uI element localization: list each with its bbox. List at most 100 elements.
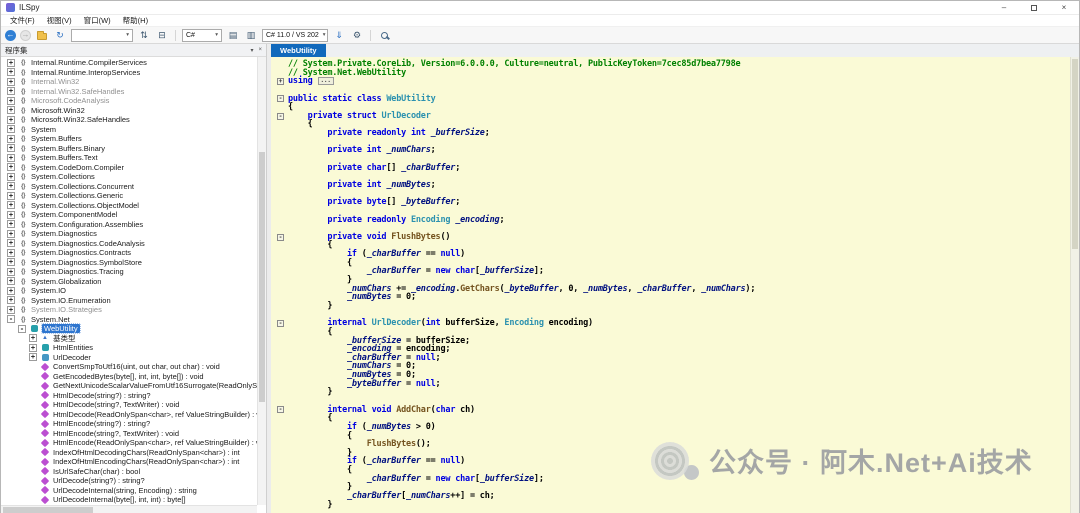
expand-icon[interactable]: + — [7, 239, 15, 247]
tree-item[interactable]: GetEncodedBytes(byte[], int, int, byte[]… — [1, 372, 266, 382]
tree-item[interactable]: +▲基类型 — [1, 334, 266, 344]
settings-button[interactable]: ⚙ — [350, 29, 364, 42]
fold-expand-icon[interactable]: + — [271, 78, 288, 85]
tree-item[interactable]: HtmlEncode(string?, TextWriter) : void — [1, 429, 266, 439]
tree-item[interactable]: +{}System.Diagnostics — [1, 229, 266, 239]
editor-vertical-scrollbar[interactable] — [1070, 57, 1079, 513]
expand-icon[interactable]: + — [7, 144, 15, 152]
tree-vertical-scrollbar[interactable] — [257, 57, 266, 505]
maximize-button[interactable] — [1019, 1, 1049, 15]
tree-item[interactable]: +{}Microsoft.Win32 — [1, 106, 266, 116]
expand-icon[interactable]: + — [29, 344, 37, 352]
expand-icon[interactable]: + — [7, 296, 15, 304]
forward-button[interactable]: → — [20, 30, 31, 41]
tree-item[interactable]: UrlDecodeInternal(string, Encoding) : st… — [1, 486, 266, 496]
expand-icon[interactable]: + — [7, 78, 15, 86]
expand-icon[interactable]: + — [7, 201, 15, 209]
tree-item[interactable]: IsUrlSafeChar(char) : bool — [1, 467, 266, 477]
fold-collapse-icon[interactable]: - — [271, 113, 288, 120]
panel-menu-chevron-icon[interactable]: ▾ — [250, 47, 253, 54]
assembly-tree[interactable]: +{}Internal.Runtime.CompilerServices+{}I… — [1, 57, 266, 505]
expand-icon[interactable]: + — [7, 258, 15, 266]
menu-item-view[interactable]: 视图(V) — [41, 15, 78, 26]
menu-item-file[interactable]: 文件(F) — [4, 15, 41, 26]
menu-item-help[interactable]: 帮助(H) — [117, 15, 154, 26]
tab-webutility[interactable]: WebUtility — [271, 44, 326, 57]
tree-item[interactable]: HtmlDecode(string?, TextWriter) : void — [1, 400, 266, 410]
tree-item[interactable]: IndexOfHtmlEncodingChars(ReadOnlySpan<ch… — [1, 457, 266, 467]
tree-item[interactable]: -{}System.Net — [1, 315, 266, 325]
tree-item[interactable]: UrlDecodeInternal(byte[], int, int) : by… — [1, 495, 266, 505]
tree-item[interactable]: UrlDecode(string?) : string? — [1, 476, 266, 486]
expand-icon[interactable]: + — [7, 135, 15, 143]
fold-collapse-icon[interactable]: - — [271, 406, 288, 413]
fold-collapse-icon[interactable]: - — [271, 95, 288, 102]
tree-item[interactable]: +{}System.Diagnostics.SymbolStore — [1, 258, 266, 268]
tree-item[interactable]: +{}Internal.Win32.SafeHandles — [1, 87, 266, 97]
collapse-icon[interactable]: - — [18, 325, 26, 333]
language-version-select[interactable]: C# 11.0 / VS 202 ▾ — [262, 29, 328, 42]
tree-item[interactable]: +{}System.Diagnostics.Tracing — [1, 267, 266, 277]
tree-item[interactable]: +{}System.Buffers.Text — [1, 153, 266, 163]
tree-item[interactable]: +{}System.Buffers.Binary — [1, 144, 266, 154]
expand-icon[interactable]: + — [7, 306, 15, 314]
tree-horizontal-scrollbar-thumb[interactable] — [3, 507, 93, 513]
editor-vertical-scrollbar-thumb[interactable] — [1072, 59, 1078, 249]
tree-horizontal-scrollbar[interactable] — [1, 505, 257, 513]
tree-item[interactable]: +{}System.Diagnostics.Contracts — [1, 248, 266, 258]
tree-item[interactable]: +{}System.IO.Enumeration — [1, 296, 266, 306]
expand-icon[interactable]: + — [7, 87, 15, 95]
tree-item[interactable]: HtmlDecode(ReadOnlySpan<char>, ref Value… — [1, 410, 266, 420]
expand-icon[interactable]: + — [7, 268, 15, 276]
expand-icon[interactable]: + — [7, 211, 15, 219]
expand-icon[interactable]: + — [7, 249, 15, 257]
tree-item[interactable]: HtmlDecode(string?) : string? — [1, 391, 266, 401]
tree-item[interactable]: HtmlEncode(ReadOnlySpan<char>, ref Value… — [1, 438, 266, 448]
expand-icon[interactable]: + — [7, 230, 15, 238]
sort-assemblies-button[interactable]: ⇅ — [137, 29, 151, 42]
view-il-button[interactable]: ▥ — [244, 29, 258, 42]
tree-item[interactable]: +HtmlEntities — [1, 343, 266, 353]
expand-icon[interactable]: + — [7, 68, 15, 76]
tree-item[interactable]: +{}System.Collections.Concurrent — [1, 182, 266, 192]
collapse-icon[interactable]: - — [7, 315, 15, 323]
tree-item[interactable]: +{}Internal.Runtime.CompilerServices — [1, 58, 266, 68]
tree-item[interactable]: +{}System.Collections.ObjectModel — [1, 201, 266, 211]
tree-item[interactable]: -WebUtility — [1, 324, 266, 334]
expand-icon[interactable]: + — [7, 173, 15, 181]
tree-item[interactable]: +{}System.ComponentModel — [1, 210, 266, 220]
tree-item[interactable]: HtmlEncode(string?) : string? — [1, 419, 266, 429]
fold-collapse-icon[interactable]: - — [271, 320, 288, 327]
minimize-button[interactable]: – — [989, 1, 1019, 15]
expand-icon[interactable]: + — [7, 106, 15, 114]
code-view[interactable]: // System.Private.CoreLib, Version=6.0.0… — [271, 57, 1079, 513]
tree-item[interactable]: GetNextUnicodeScalarValueFromUtf16Surrog… — [1, 381, 266, 391]
tree-item[interactable]: +UrlDecoder — [1, 353, 266, 363]
tree-item[interactable]: +{}Microsoft.Win32.SafeHandles — [1, 115, 266, 125]
expand-icon[interactable]: + — [7, 277, 15, 285]
assembly-list-select[interactable]: ▾ — [71, 29, 133, 42]
expand-icon[interactable]: + — [7, 154, 15, 162]
menu-item-window[interactable]: 窗口(W) — [78, 15, 117, 26]
expand-icon[interactable]: + — [7, 220, 15, 228]
open-file-button[interactable] — [35, 29, 49, 42]
view-code-button[interactable]: ▤ — [226, 29, 240, 42]
expand-icon[interactable]: + — [7, 125, 15, 133]
tree-item[interactable]: ConvertSmpToUtf16(uint, out char, out ch… — [1, 362, 266, 372]
refresh-button[interactable]: ↻ — [53, 29, 67, 42]
tree-item[interactable]: +{}Microsoft.CodeAnalysis — [1, 96, 266, 106]
language-select[interactable]: C# ▾ — [182, 29, 222, 42]
expand-icon[interactable]: + — [7, 116, 15, 124]
expand-icon[interactable]: + — [7, 192, 15, 200]
collapse-all-button[interactable]: ⊟ — [155, 29, 169, 42]
tree-item[interactable]: +{}System.Buffers — [1, 134, 266, 144]
expand-icon[interactable]: + — [7, 163, 15, 171]
collapsed-usings-box[interactable]: ... — [318, 77, 334, 85]
tree-item[interactable]: +{}System.Configuration.Assemblies — [1, 220, 266, 230]
back-button[interactable]: ← — [5, 30, 16, 41]
tree-item[interactable]: +{}Internal.Runtime.InteropServices — [1, 68, 266, 78]
tree-item[interactable]: +{}System.Collections.Generic — [1, 191, 266, 201]
expand-icon[interactable]: + — [7, 59, 15, 67]
tree-item[interactable]: +{}System.CodeDom.Compiler — [1, 163, 266, 173]
tree-item[interactable]: +{}System.IO.Strategies — [1, 305, 266, 315]
